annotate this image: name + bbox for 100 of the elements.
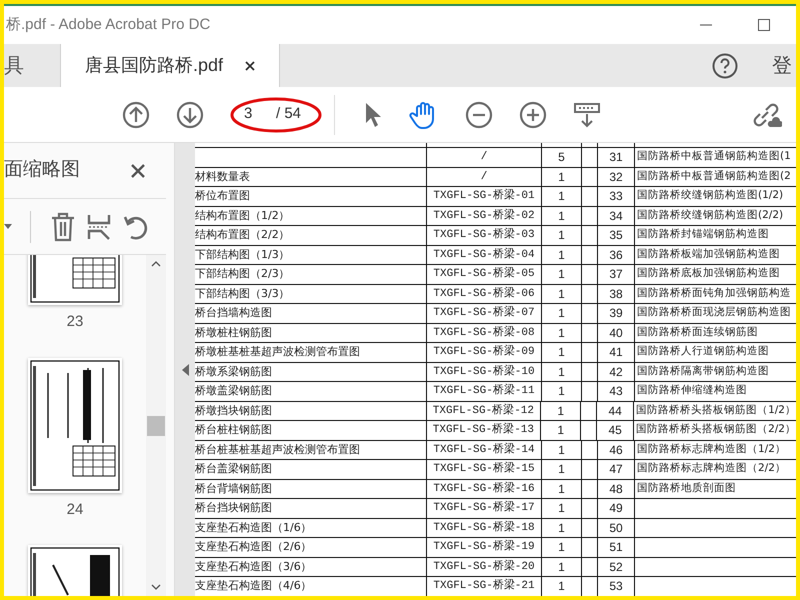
table-cell-text: 1 xyxy=(558,344,565,362)
sidebar-title: 面缩略图 xyxy=(4,158,80,182)
caret-icon[interactable] xyxy=(4,224,12,230)
table-cell-text: 桥墩桩基桩基超声波检测管布置图 xyxy=(195,344,360,360)
help-icon[interactable] xyxy=(712,52,738,78)
table-cell-text: 50 xyxy=(609,520,623,537)
table-cell-text: 42 xyxy=(609,364,623,381)
table-cell-text: 国防路桥桥面现浇层钢筋构造图 xyxy=(637,305,791,320)
table-cell-text: TXGFL-SG-桥梁-20 xyxy=(433,558,535,574)
page-count: / 54 xyxy=(276,104,302,124)
zoom-out-icon[interactable] xyxy=(465,100,493,128)
table-cell-text: 国防路桥标志牌构造图（2/2） xyxy=(637,461,786,476)
table-cell-text: 46 xyxy=(609,442,623,459)
page-thumbnail[interactable] xyxy=(28,545,122,596)
table-cell-text: 桥台桩基桩基超声波检测管布置图 xyxy=(195,442,360,458)
table-cell-text: 支座垫石构造图（3/6） xyxy=(195,558,312,574)
scroll-up-icon[interactable] xyxy=(151,261,161,267)
table-cell-text: 国防路桥桥面钝角加强钢筋构造 xyxy=(637,286,791,301)
table-cell-text: TXGFL-SG-桥梁-08 xyxy=(433,324,535,340)
table-cell-text: 33 xyxy=(609,188,623,206)
previous-page-icon[interactable] xyxy=(122,100,150,128)
table-cell-text: 44 xyxy=(608,402,622,420)
table-cell-text: 1 xyxy=(558,227,565,244)
table-cell-text: 38 xyxy=(609,286,623,303)
table-cell-text: 1 xyxy=(558,578,565,596)
scrollbar-thumb[interactable] xyxy=(147,416,165,436)
table-cell-text: TXGFL-SG-桥梁-15 xyxy=(433,461,535,477)
table-cell-text: 国防路桥板端加强钢筋构造图 xyxy=(637,246,780,262)
table-cell-text: 国防路桥桥面连续钢筋图 xyxy=(637,324,758,340)
page-number-field[interactable]: 3 xyxy=(244,103,264,126)
table-cell-text: 1 xyxy=(558,383,565,400)
table-cell-text: 1 xyxy=(558,539,565,556)
close-icon[interactable] xyxy=(130,162,146,178)
table-cell-text: 1 xyxy=(558,364,565,381)
table-cell-text: 桥台挡墙构造图 xyxy=(195,305,272,321)
table-cell-text: 结构布置图（1/2） xyxy=(195,208,290,224)
scroll-down-icon[interactable] xyxy=(151,584,161,590)
table-cell-text: 36 xyxy=(609,246,623,264)
table-cell-text: TXGFL-SG-桥梁-02 xyxy=(433,208,535,224)
window-title: 桥.pdf - Adobe Acrobat Pro DC xyxy=(5,14,210,35)
table-cell-text: 国防路桥桥头搭板钢筋图（2/2） xyxy=(636,422,796,438)
sign-in-button[interactable]: 登 xyxy=(772,50,796,80)
table-cell-text: 51 xyxy=(609,539,623,556)
table-cell-text: TXGFL-SG-桥梁-14 xyxy=(433,442,535,458)
table-cell-text: 37 xyxy=(609,266,623,284)
table-cell-text: 国防路桥人行道钢筋构造图 xyxy=(637,344,769,360)
table-cell-text: 桥墩桩柱钢筋图 xyxy=(195,324,272,340)
scroll-mode-icon[interactable] xyxy=(573,100,601,128)
table-cell-text: 1 xyxy=(558,442,565,459)
trash-icon[interactable] xyxy=(51,212,75,242)
table-cell-text: 1 xyxy=(558,286,565,303)
table-cell-text: 国防路桥桥头搭板钢筋图（1/2） xyxy=(636,402,796,418)
table-cell-text: 45 xyxy=(608,422,622,440)
close-icon[interactable] xyxy=(245,60,256,70)
table-cell-text: 48 xyxy=(609,480,623,498)
table-cell-text: 52 xyxy=(609,558,623,576)
table-cell-text: 下部结构图（1/3） xyxy=(195,246,290,262)
page-thumbnail[interactable] xyxy=(28,255,122,305)
table-cell-text: 下部结构图（3/3） xyxy=(195,286,290,302)
table-cell-text: TXGFL-SG-桥梁-17 xyxy=(433,500,535,516)
collapse-panel-icon[interactable] xyxy=(182,364,188,376)
table-cell-text: 49 xyxy=(609,500,623,518)
table-cell-text: 材料数量表 xyxy=(195,168,250,184)
table-cell-text: TXGFL-SG-桥梁-01 xyxy=(433,188,535,204)
table-cell-text: 国防路桥绞缝钢筋构造图(1/2) xyxy=(637,188,784,204)
page-number-label: 24 xyxy=(66,500,84,520)
pointer-icon[interactable] xyxy=(363,100,383,128)
table-cell-text: 桥台盖梁钢筋图 xyxy=(195,461,272,477)
table-cell-text: TXGFL-SG-桥梁-10 xyxy=(433,364,535,380)
page-thumbnail[interactable] xyxy=(28,358,122,492)
table-cell-text: 5 xyxy=(558,149,565,166)
document-tab[interactable]: 具 xyxy=(4,44,60,87)
table-cell-text: 支座垫石构造图（2/6） xyxy=(195,539,312,555)
table-cell-text: 国防路桥封锚端钢筋构造图 xyxy=(637,227,769,242)
table-cell-text: 34 xyxy=(609,208,623,225)
table-cell-text: 国防路桥绞缝钢筋构造图(2/2) xyxy=(637,208,784,223)
table-cell-text: 桥台桩柱钢筋图 xyxy=(195,422,272,438)
table-cell-text: 32 xyxy=(609,168,623,186)
extract-pages-icon[interactable] xyxy=(87,212,111,240)
table-cell-text: TXGFL-SG-桥梁-13 xyxy=(432,422,534,438)
table-cell-text: 47 xyxy=(609,461,623,478)
table-cell-text: TXGFL-SG-桥梁-05 xyxy=(433,266,535,282)
table-cell-text: TXGFL-SG-桥梁-19 xyxy=(433,539,535,555)
table-cell-text: 桥位布置图 xyxy=(195,188,250,204)
table-cell-text: TXGFL-SG-桥梁-04 xyxy=(433,246,535,262)
table-cell-text: 1 xyxy=(558,324,565,342)
table-cell-text: 1 xyxy=(558,266,565,284)
table-cell-text: 国防路桥隔离带钢筋构造图 xyxy=(637,364,769,379)
table-cell-text: 桥台挡块钢筋图 xyxy=(195,500,272,516)
table-cell-text: 国防路桥地质剖面图 xyxy=(637,480,736,496)
table-cell-text: 1 xyxy=(558,480,565,498)
table-cell-text: 支座垫石构造图（1/6） xyxy=(195,520,312,536)
table-cell-text: 1 xyxy=(558,208,565,225)
maximize-icon[interactable] xyxy=(758,19,770,31)
zoom-in-icon[interactable] xyxy=(519,100,547,128)
scrollbar[interactable] xyxy=(146,255,166,596)
table-cell-text: 35 xyxy=(609,227,623,244)
table-cell-text: 41 xyxy=(609,344,623,362)
document-tab[interactable]: 唐县国防路桥.pdf xyxy=(60,44,280,87)
next-page-icon[interactable] xyxy=(176,100,204,128)
